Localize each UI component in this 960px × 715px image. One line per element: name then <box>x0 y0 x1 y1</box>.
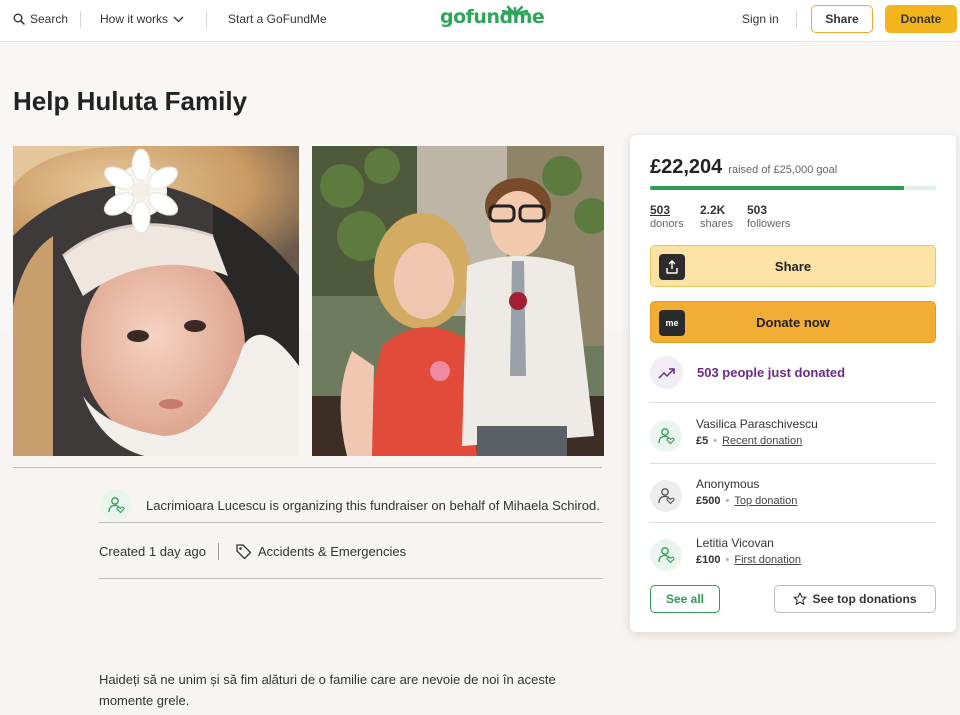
stat-donors[interactable]: 503 donors <box>650 203 684 231</box>
campaign-photo-family[interactable] <box>312 146 604 456</box>
chevron-down-icon <box>173 16 184 22</box>
progress-bar <box>650 186 936 190</box>
raised-summary: £22,204 raised of £25,000 goal <box>650 156 837 179</box>
card-divider <box>650 402 936 403</box>
organizer-text: Lacrimioara Lucescu is organizing this f… <box>146 497 600 513</box>
donation-card: £22,204 raised of £25,000 goal 503 donor… <box>630 135 956 632</box>
nav-divider <box>206 11 207 28</box>
search-icon <box>13 13 25 25</box>
donor-avatar <box>650 420 682 452</box>
start-gofundme-link[interactable]: Start a GoFundMe <box>228 12 327 26</box>
donate-now-label: Donate now <box>756 314 830 330</box>
content-divider <box>99 522 603 523</box>
donation-item: Letitia Vicovan £100 • First donation <box>650 535 801 571</box>
donor-avatar <box>650 539 682 571</box>
donor-heart-icon <box>658 488 675 505</box>
campaign-title: Help Huluta Family <box>13 86 248 116</box>
baby-photo-image <box>13 146 299 456</box>
see-top-donations-button[interactable]: See top donations <box>774 585 936 613</box>
meta-divider <box>217 543 219 560</box>
nav-divider <box>796 11 797 28</box>
category-link[interactable]: Accidents & Emergencies <box>235 543 406 560</box>
gofundme-me-icon: me <box>659 310 685 336</box>
stat-value: 503 <box>747 203 768 217</box>
start-gofundme-label: Start a GoFundMe <box>228 12 327 26</box>
activity-badge <box>650 356 683 389</box>
how-it-works-label: How it works <box>100 12 169 26</box>
organizer-info: Lacrimioara Lucescu is organizing this f… <box>100 489 600 521</box>
star-icon <box>793 592 808 605</box>
content-divider <box>13 467 602 468</box>
donation-item: Anonymous £500 • Top donation <box>650 476 797 512</box>
donor-name: Vasilica Paraschivescu <box>696 417 818 431</box>
donation-amount: £100 <box>696 554 721 566</box>
donation-amount: £5 <box>696 435 709 447</box>
sign-in-label: Sign in <box>742 12 779 26</box>
gofundme-leaves-icon <box>501 5 529 16</box>
share-button[interactable]: Share <box>650 245 936 287</box>
header-donate-button[interactable]: Donate <box>885 5 957 33</box>
tag-icon <box>236 544 252 560</box>
donate-now-button[interactable]: me Donate now <box>650 301 936 343</box>
donor-heart-icon <box>658 428 675 445</box>
search-label: Search <box>30 12 69 26</box>
how-it-works-menu[interactable]: How it works <box>100 12 184 26</box>
donation-tag-link[interactable]: Recent donation <box>722 432 802 450</box>
donation-tag-link[interactable]: First donation <box>734 551 801 569</box>
donation-tag-link[interactable]: Top donation <box>734 492 797 510</box>
stat-shares: 2.2K shares <box>700 203 733 231</box>
just-donated-text: 503 people just donated <box>697 365 846 380</box>
stat-label: followers <box>747 218 791 230</box>
donor-name: Letitia Vicovan <box>696 536 774 550</box>
created-date: Created 1 day ago <box>99 544 206 559</box>
progress-fill <box>650 186 904 190</box>
campaign-photo-baby[interactable] <box>13 146 299 456</box>
campaign-story: Haideți să ne unim și să fim alături de … <box>99 672 556 708</box>
trending-up-icon <box>657 367 675 379</box>
donor-heart-icon <box>108 497 125 514</box>
see-all-button[interactable]: See all <box>650 585 720 613</box>
donation-amount: £500 <box>696 495 721 507</box>
family-photo-image <box>312 146 604 456</box>
donor-name: Anonymous <box>696 477 760 491</box>
stat-value: 503 <box>650 203 671 217</box>
nav-divider <box>80 11 81 28</box>
content-divider <box>99 578 603 579</box>
see-top-donations-label: See top donations <box>812 592 917 606</box>
category-label: Accidents & Emergencies <box>257 544 407 559</box>
donor-avatar <box>650 480 682 512</box>
donation-item: Vasilica Paraschivescu £5 • Recent donat… <box>650 416 818 452</box>
raised-amount: £22,204 <box>650 156 723 178</box>
card-divider <box>650 522 936 523</box>
stat-value: 2.2K <box>700 203 726 217</box>
search-link[interactable]: Search <box>13 12 68 26</box>
header-share-button[interactable]: Share <box>811 5 873 33</box>
stat-label: shares <box>700 218 734 230</box>
organizer-avatar <box>100 489 132 521</box>
share-button-label: Share <box>774 258 812 274</box>
donor-heart-icon <box>658 547 675 564</box>
top-navigation: Search How it works Start a GoFundMe gof… <box>0 0 960 42</box>
share-upload-icon <box>659 254 685 280</box>
recent-activity: 503 people just donated <box>650 356 845 389</box>
stat-followers: 503 followers <box>747 203 790 231</box>
card-divider <box>650 463 936 464</box>
goal-text: raised of £25,000 goal <box>728 164 838 176</box>
campaign-meta: Created 1 day ago Accidents & Emergencie… <box>99 543 406 560</box>
stat-label: donors <box>650 218 684 230</box>
sign-in-link[interactable]: Sign in <box>742 12 779 26</box>
